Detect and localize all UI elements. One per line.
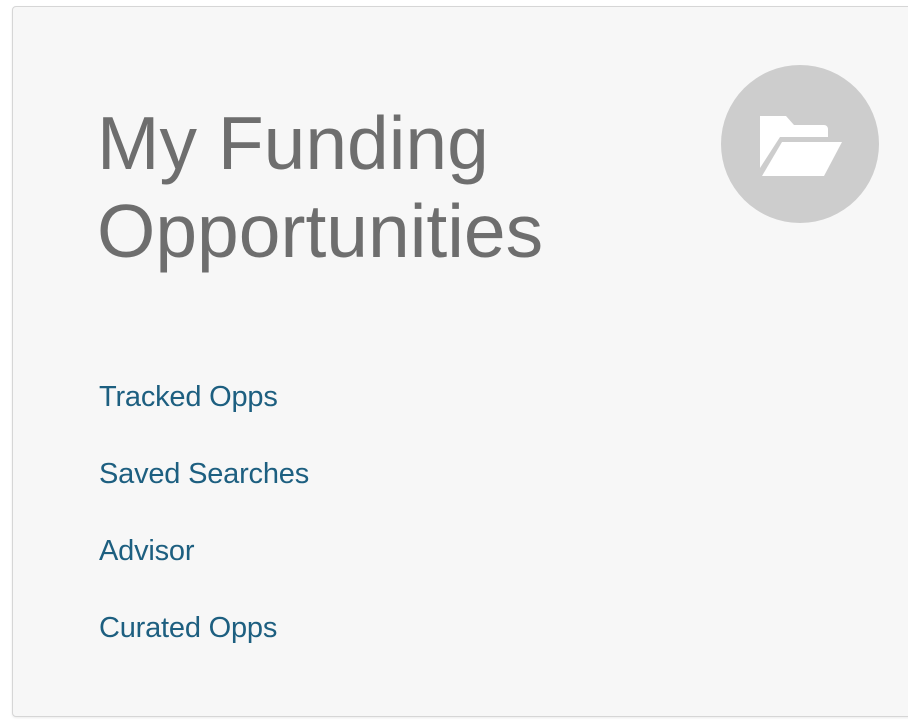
saved-searches-link[interactable]: Saved Searches xyxy=(99,458,309,490)
folder-open-icon xyxy=(721,65,879,223)
card-links: Tracked Opps Saved Searches Advisor Cura… xyxy=(99,374,309,682)
list-item: Curated Opps xyxy=(99,605,309,682)
card-title: My Funding Opportunities xyxy=(97,99,677,275)
list-item: Advisor xyxy=(99,528,309,605)
list-item: Tracked Opps xyxy=(99,374,309,451)
tracked-opps-link[interactable]: Tracked Opps xyxy=(99,381,278,413)
advisor-link[interactable]: Advisor xyxy=(99,535,195,567)
funding-opportunities-card: My Funding Opportunities Tracked Opps Sa… xyxy=(12,6,908,717)
list-item: Saved Searches xyxy=(99,451,309,528)
curated-opps-link[interactable]: Curated Opps xyxy=(99,612,277,644)
card-title-line-2: Opportunities xyxy=(97,189,544,273)
card-title-line-1: My Funding xyxy=(97,101,489,185)
folder-open-icon-glyph xyxy=(760,116,842,176)
